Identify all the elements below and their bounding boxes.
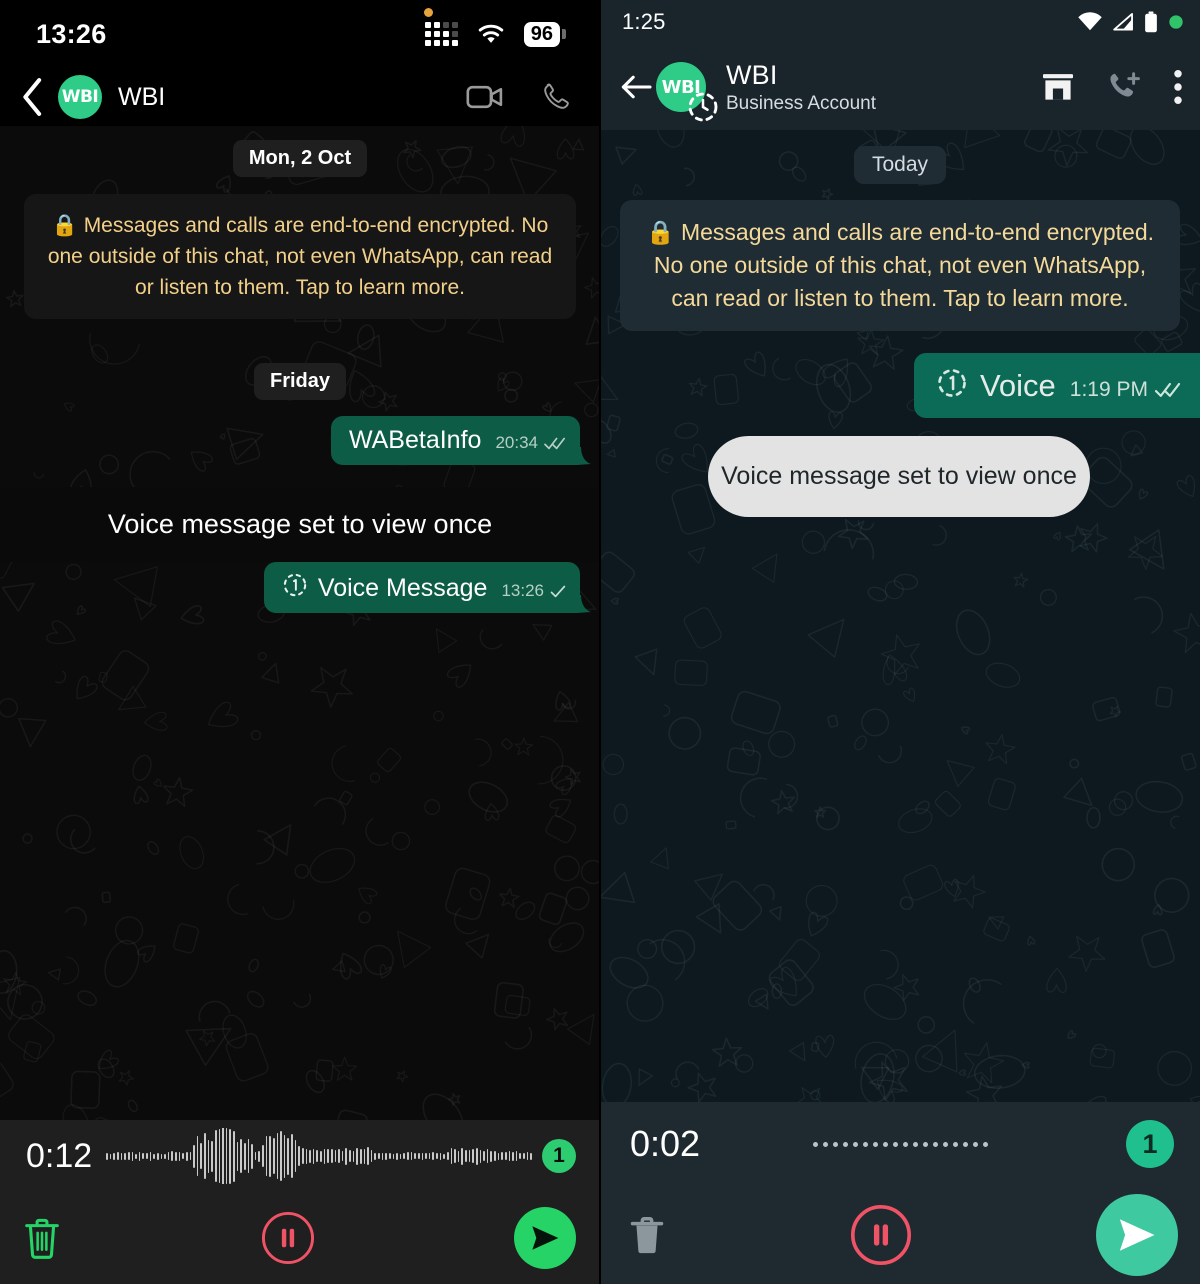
- bubble-tail: [577, 595, 591, 614]
- back-button[interactable]: [614, 65, 658, 109]
- right-chat-body: Today 🔒 Messages and calls are end-to-en…: [600, 130, 1200, 1102]
- business-verified-icon: [688, 92, 718, 122]
- back-button[interactable]: [10, 74, 56, 120]
- left-status-time: 13:26: [36, 18, 107, 49]
- delete-recording-button[interactable]: [22, 1216, 62, 1260]
- toast-message: Voice message set to view once: [0, 487, 600, 562]
- message-row: Voice Message 13:26: [20, 562, 591, 614]
- avatar-initials: WBI: [61, 87, 99, 107]
- send-recording-button[interactable]: [1096, 1194, 1178, 1276]
- recording-duration: 0:12: [26, 1136, 93, 1175]
- encryption-notice[interactable]: 🔒 Messages and calls are end-to-end encr…: [620, 200, 1180, 332]
- encryption-notice[interactable]: 🔒 Messages and calls are end-to-end encr…: [24, 194, 576, 320]
- view-once-icon: [282, 572, 308, 603]
- day-divider: Mon, 2 Oct: [232, 140, 368, 177]
- right-chat-header: WBI WBI Business Account: [600, 44, 1200, 130]
- left-chat-header: WBI WBI: [0, 68, 600, 126]
- avatar[interactable]: WBI: [656, 62, 718, 122]
- dual-phone-comparison: 13:26 96 WBI WBI Mon, 2 Oct 🔒 Messages a…: [0, 0, 1200, 1284]
- video-camera-icon: [466, 85, 503, 109]
- pause-circle-icon: [850, 1204, 912, 1266]
- storefront-icon: [1043, 74, 1073, 100]
- view-once-badge[interactable]: 1: [1126, 1120, 1174, 1168]
- trash-icon: [630, 1217, 664, 1254]
- double-check-icon: [1154, 383, 1181, 398]
- encryption-notice-text: Messages and calls are end-to-end encryp…: [47, 214, 553, 300]
- phone-icon: [544, 83, 569, 109]
- orange-status-dot: [424, 8, 433, 17]
- video-call-button[interactable]: [466, 84, 504, 110]
- right-phone-screen: 1:25 WBI WBI Business Account Today 🔒 Me…: [600, 0, 1200, 1284]
- day-divider: Today: [853, 146, 947, 184]
- toast-message: Voice message set to view once: [708, 436, 1090, 517]
- message-time: 20:34: [495, 433, 538, 453]
- panel-divider: [599, 0, 601, 1284]
- arrow-left-icon: [621, 75, 652, 99]
- left-phone-screen: 13:26 96 WBI WBI Mon, 2 Oct 🔒 Messages a…: [0, 0, 600, 1284]
- three-dots-vertical-icon: [1174, 69, 1182, 105]
- message-text: Voice Message: [317, 574, 488, 603]
- send-recording-button[interactable]: [514, 1207, 576, 1269]
- contact-name: WBI: [118, 82, 166, 111]
- contact-subtitle: Business Account: [726, 92, 876, 114]
- overflow-menu-button[interactable]: [1172, 69, 1184, 105]
- add-call-button[interactable]: [1106, 69, 1142, 105]
- wifi-icon: [1078, 12, 1102, 31]
- bubble-tail: [577, 447, 591, 466]
- day-divider: Friday: [253, 363, 347, 401]
- battery-percent: 96: [523, 21, 560, 47]
- pause-circle-icon: [261, 1211, 315, 1265]
- right-status-time: 1:25: [622, 9, 666, 34]
- signal-triangle-icon: [1113, 13, 1133, 31]
- battery-icon: 96: [523, 21, 566, 47]
- recording-duration: 0:02: [630, 1123, 701, 1164]
- double-check-icon: [544, 437, 566, 449]
- message-row: Voice 1:19 PM: [620, 353, 1200, 419]
- pause-recording-button[interactable]: [850, 1204, 912, 1266]
- message-time: 1:19 PM: [1069, 378, 1148, 402]
- right-status-bar: 1:25: [600, 0, 1200, 44]
- chevron-left-icon: [23, 78, 42, 116]
- pause-recording-button[interactable]: [261, 1211, 315, 1265]
- delete-recording-button[interactable]: [628, 1214, 666, 1256]
- lock-icon: 🔒: [51, 214, 78, 237]
- lock-icon: 🔒: [645, 219, 675, 245]
- contact-title[interactable]: WBI Business Account: [726, 60, 876, 115]
- send-icon: [532, 1226, 559, 1250]
- contact-title[interactable]: WBI: [118, 83, 165, 112]
- encryption-notice-text: Messages and calls are end-to-end encryp…: [653, 219, 1155, 312]
- avatar[interactable]: WBI: [58, 75, 102, 119]
- right-recording-bar: 0:02 1: [600, 1102, 1200, 1284]
- wifi-icon: [478, 24, 504, 43]
- message-text: Voice: [979, 368, 1056, 404]
- voice-once-message-bubble[interactable]: Voice Message 13:26: [263, 562, 591, 614]
- audio-dots[interactable]: [714, 1116, 1086, 1172]
- voice-call-button[interactable]: [542, 82, 572, 112]
- contact-name: WBI: [726, 59, 778, 90]
- send-icon: [1119, 1219, 1155, 1251]
- trash-icon: [25, 1218, 59, 1259]
- view-once-icon: [936, 367, 968, 404]
- view-once-badge[interactable]: 1: [542, 1139, 576, 1173]
- green-dot-icon: [1169, 15, 1183, 29]
- message-row: WABetaInfo 20:34: [20, 416, 591, 466]
- left-recording-bar: 0:12 1: [0, 1120, 600, 1284]
- voice-once-message-bubble[interactable]: Voice 1:19 PM: [913, 353, 1200, 419]
- signal-dots-icon: [424, 22, 458, 46]
- single-check-icon: [550, 585, 566, 597]
- outgoing-message-bubble[interactable]: WABetaInfo 20:34: [330, 416, 591, 466]
- message-text: WABetaInfo: [348, 426, 482, 455]
- catalog-button[interactable]: [1040, 69, 1076, 105]
- message-time: 13:26: [501, 581, 544, 601]
- battery-icon: [1145, 11, 1157, 33]
- phone-add-icon: [1110, 72, 1140, 97]
- left-chat-body: Mon, 2 Oct 🔒 Messages and calls are end-…: [0, 126, 600, 1120]
- left-status-bar: 13:26 96: [0, 0, 600, 68]
- audio-waveform[interactable]: [106, 1128, 532, 1184]
